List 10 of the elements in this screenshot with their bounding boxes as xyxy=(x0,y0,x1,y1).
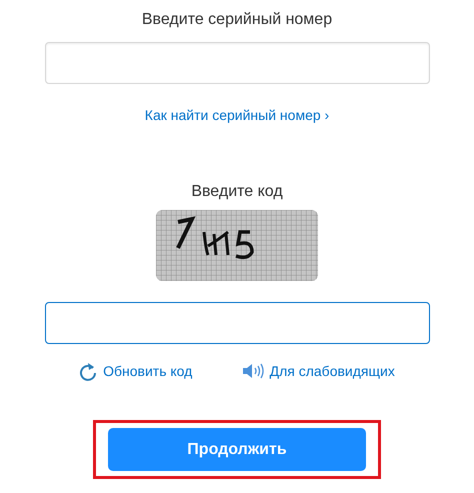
code-input-field[interactable] xyxy=(44,302,430,344)
field-label: Введите код xyxy=(191,182,283,202)
serial-input-field[interactable] xyxy=(44,42,430,84)
speaker-icon xyxy=(242,363,264,379)
help-link[interactable]: Как найти серийный номер › xyxy=(144,105,330,125)
refresh-link[interactable]: Обновить код xyxy=(79,361,192,381)
audio-link[interactable]: Для слабовидящих xyxy=(242,361,395,381)
refresh-icon xyxy=(79,362,98,380)
continue-button[interactable]: Продолжить xyxy=(108,428,366,471)
field-label: Введите серийный номер xyxy=(142,10,332,30)
